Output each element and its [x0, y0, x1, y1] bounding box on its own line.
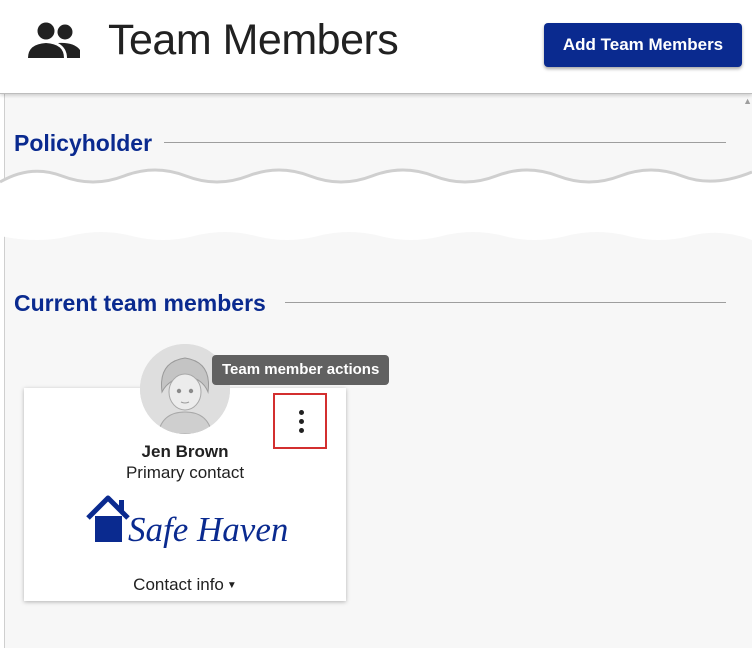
actions-tooltip: Team member actions	[212, 355, 390, 385]
company-logo: Safe Haven	[86, 495, 288, 548]
page-title: Team Members	[108, 16, 399, 64]
people-icon	[28, 22, 80, 58]
current-team-heading: Current team members	[14, 290, 266, 316]
logo-text: Safe Haven	[128, 510, 288, 548]
contact-info-toggle[interactable]: Contact info ▼	[24, 575, 346, 595]
kebab-menu-icon-dot	[299, 419, 304, 424]
contact-info-label: Contact info	[133, 575, 224, 594]
add-team-members-button[interactable]: Add Team Members	[544, 23, 742, 67]
team-member-actions-button[interactable]	[273, 393, 327, 449]
scroll-up-arrow-icon[interactable]: ▲	[743, 96, 752, 106]
policyholder-heading: Policyholder	[14, 130, 153, 156]
section-divider	[285, 302, 726, 303]
kebab-menu-icon	[299, 410, 304, 415]
page-header: Team Members Add Team Members	[0, 0, 752, 94]
caret-down-icon: ▼	[226, 580, 237, 591]
section-divider	[164, 142, 726, 143]
kebab-menu-icon-dot	[299, 428, 304, 433]
member-role: Primary contact	[125, 463, 245, 482]
torn-page-divider	[0, 168, 752, 240]
